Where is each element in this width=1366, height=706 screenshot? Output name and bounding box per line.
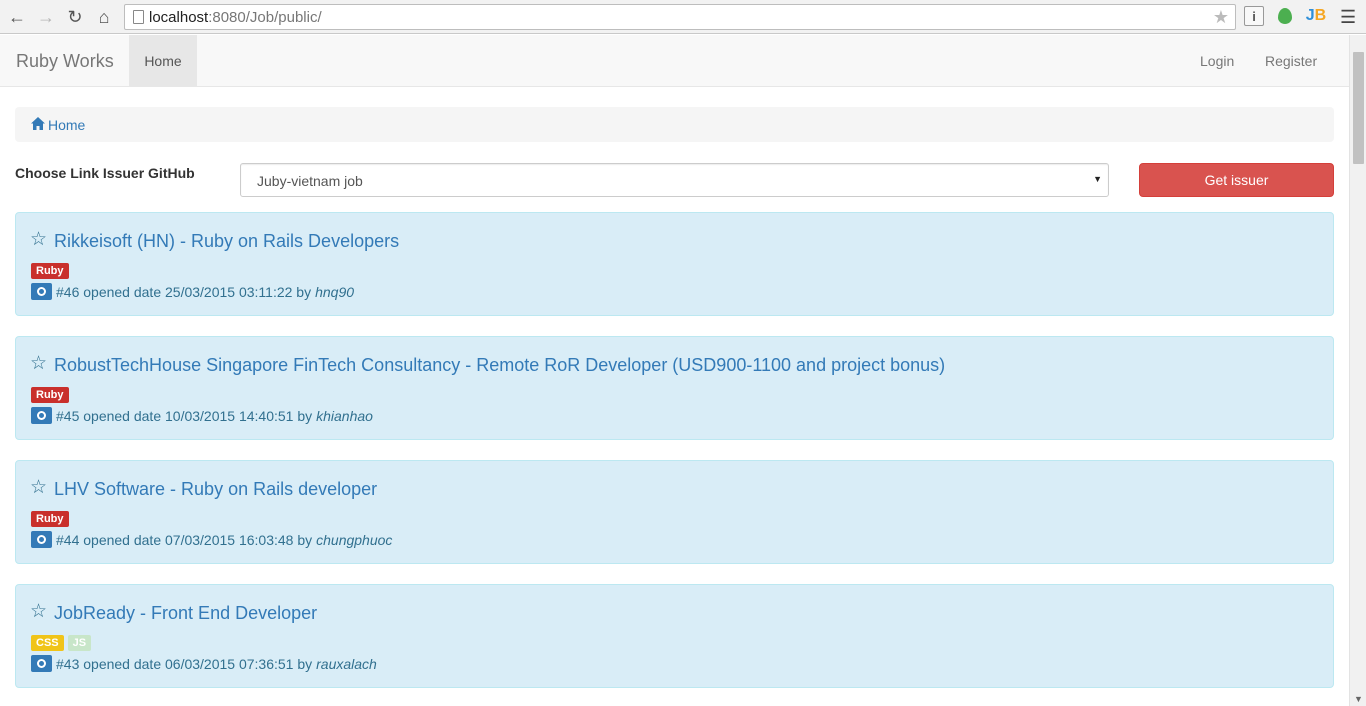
issue-label-badge: Ruby [31,263,69,279]
issue-labels: CSS JS [31,635,92,651]
issue-author-link[interactable]: rauxalach [316,656,377,672]
issue-title-link[interactable]: Rikkeisoft (HN) - Ruby on Rails Develope… [54,231,399,252]
issue-author-link[interactable]: chungphuoc [316,532,392,548]
breadcrumb-home[interactable]: Home [48,117,85,133]
page-icon [133,10,144,24]
breadcrumb: Home [15,107,1334,142]
github-icon[interactable] [31,407,52,424]
issue-meta: #43 opened date 06/03/2015 07:36:51 by ra… [31,655,377,672]
issue-panel: ☆ JobReady - Front End Developer CSS JS #43 … [15,584,1334,688]
issue-meta: #46 opened date 25/03/2015 03:11:22 by hn… [31,283,354,300]
issue-title-link[interactable]: LHV Software - Ruby on Rails developer [54,479,377,500]
issue-meta: #44 opened date 07/03/2015 16:03:48 by ch… [31,531,392,548]
issue-opened-text: #45 opened date 10/03/2015 14:40:51 by [56,407,313,424]
issue-author-link[interactable]: hnq90 [315,284,354,300]
issue-panel: ☆ Rikkeisoft (HN) - Ruby on Rails Develop… [15,212,1334,316]
get-issuer-button[interactable]: Get issuer [1139,163,1334,197]
star-icon[interactable]: ☆ [30,352,47,375]
issue-labels: Ruby [31,387,69,403]
scrollbar[interactable]: ▼ [1349,35,1366,706]
register-link[interactable]: Register [1265,53,1317,69]
address-bar[interactable]: localhost:8080/Job/public/ ★ [124,4,1236,30]
issue-panel: ☆ RobustTechHouse Singapore FinTech Consu… [15,336,1334,440]
issue-labels: Ruby [31,263,69,279]
github-icon[interactable] [31,531,52,548]
github-icon[interactable] [31,655,52,672]
home-icon [31,117,45,130]
nav-home[interactable]: Home [129,35,197,86]
url-text: localhost:8080/Job/public/ [149,9,322,26]
chevron-down-icon: ▼ [1093,174,1102,184]
issuer-select[interactable]: Juby-vietnam job ▼ [240,163,1109,197]
bookmark-star-icon[interactable]: ★ [1213,7,1229,28]
info-extension-icon[interactable]: i [1244,6,1264,26]
brand-link[interactable]: Ruby Works [16,51,114,72]
menu-icon[interactable]: ☰ [1340,7,1356,28]
forward-icon[interactable]: → [34,5,58,29]
issue-title-link[interactable]: JobReady - Front End Developer [54,603,317,624]
home-icon[interactable]: ⌂ [92,5,116,29]
issue-opened-text: #44 opened date 07/03/2015 16:03:48 by [56,531,313,548]
issue-label-badge: CSS [31,635,64,651]
jetbrains-extension-icon[interactable]: JB [1306,6,1326,26]
browser-toolbar: ← → ↻ ⌂ localhost:8080/Job/public/ ★ i J… [0,0,1366,34]
scroll-down-icon[interactable]: ▼ [1354,694,1363,704]
issue-labels: Ruby [31,511,69,527]
issuer-select-value: Juby-vietnam job [257,173,363,189]
star-icon[interactable]: ☆ [30,476,47,499]
issue-panel: ☆ LHV Software - Ruby on Rails developer R… [15,460,1334,564]
back-icon[interactable]: ← [5,5,29,29]
reload-icon[interactable]: ↻ [63,5,87,29]
star-icon[interactable]: ☆ [30,600,47,623]
leaf-extension-icon[interactable] [1275,6,1295,26]
navbar: Ruby Works Home Login Register [0,35,1349,87]
issue-label-badge: JS [67,635,92,651]
issue-label-badge: Ruby [31,387,69,403]
issue-opened-text: #46 opened date 25/03/2015 03:11:22 by [56,283,312,300]
issue-opened-text: #43 opened date 06/03/2015 07:36:51 by [56,655,313,672]
issue-title-link[interactable]: RobustTechHouse Singapore FinTech Consul… [54,355,945,376]
issue-meta: #45 opened date 10/03/2015 14:40:51 by kh… [31,407,373,424]
issue-author-link[interactable]: khianhao [316,408,373,424]
star-icon[interactable]: ☆ [30,228,47,251]
scroll-thumb[interactable] [1353,52,1364,164]
issue-label-badge: Ruby [31,511,69,527]
github-icon[interactable] [31,283,52,300]
login-link[interactable]: Login [1200,53,1234,69]
issuer-select-label: Choose Link Issuer GitHub [15,165,195,181]
